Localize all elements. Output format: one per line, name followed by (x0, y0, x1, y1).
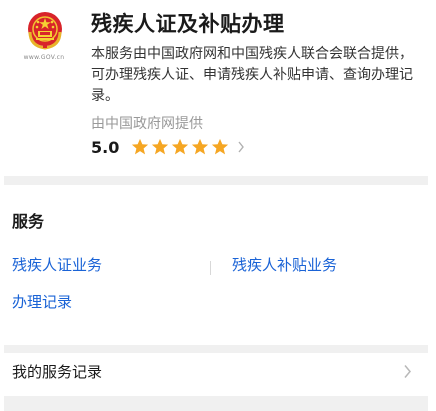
services-section: 服务 残疾人证业务 残疾人补贴业务 办理记录 (0, 185, 436, 345)
national-emblem-icon (28, 12, 62, 50)
chevron-right-icon (238, 141, 245, 153)
service-description: 本服务由中国政府网和中国残疾人联合会联合提供，可办理残疾人证、申请残疾人补贴申请… (91, 46, 413, 104)
gov-logo: www.GOV.cn (18, 10, 70, 66)
chevron-right-icon (404, 365, 411, 378)
section-divider (4, 176, 428, 185)
service-link-disability-subsidy[interactable]: 残疾人补贴业务 (232, 254, 337, 275)
rating-score: 5.0 (91, 137, 120, 157)
service-link-disability-card[interactable]: 残疾人证业务 (12, 254, 102, 275)
logo-caption: www.GOV.cn (23, 54, 65, 61)
star-icon (211, 138, 229, 156)
service-header: www.GOV.cn 残疾人证及补贴办理 本服务由中国政府网和中国残疾人联合会联… (0, 0, 436, 176)
service-link-records[interactable]: 办理记录 (12, 291, 72, 312)
rating-row[interactable]: 5.0 (91, 136, 245, 158)
star-icon (131, 138, 149, 156)
services-title: 服务 (12, 212, 45, 231)
star-icon (171, 138, 189, 156)
section-divider (4, 345, 428, 353)
provider-text: 由中国政府网提供 (91, 116, 203, 132)
rating-stars (131, 138, 231, 156)
my-service-records-row[interactable]: 我的服务记录 (0, 353, 436, 391)
bottom-divider (4, 396, 428, 411)
service-title: 残疾人证及补贴办理 (91, 12, 285, 36)
star-icon (191, 138, 209, 156)
star-icon (151, 138, 169, 156)
my-service-records-label: 我的服务记录 (12, 363, 103, 381)
vertical-divider (210, 261, 211, 275)
